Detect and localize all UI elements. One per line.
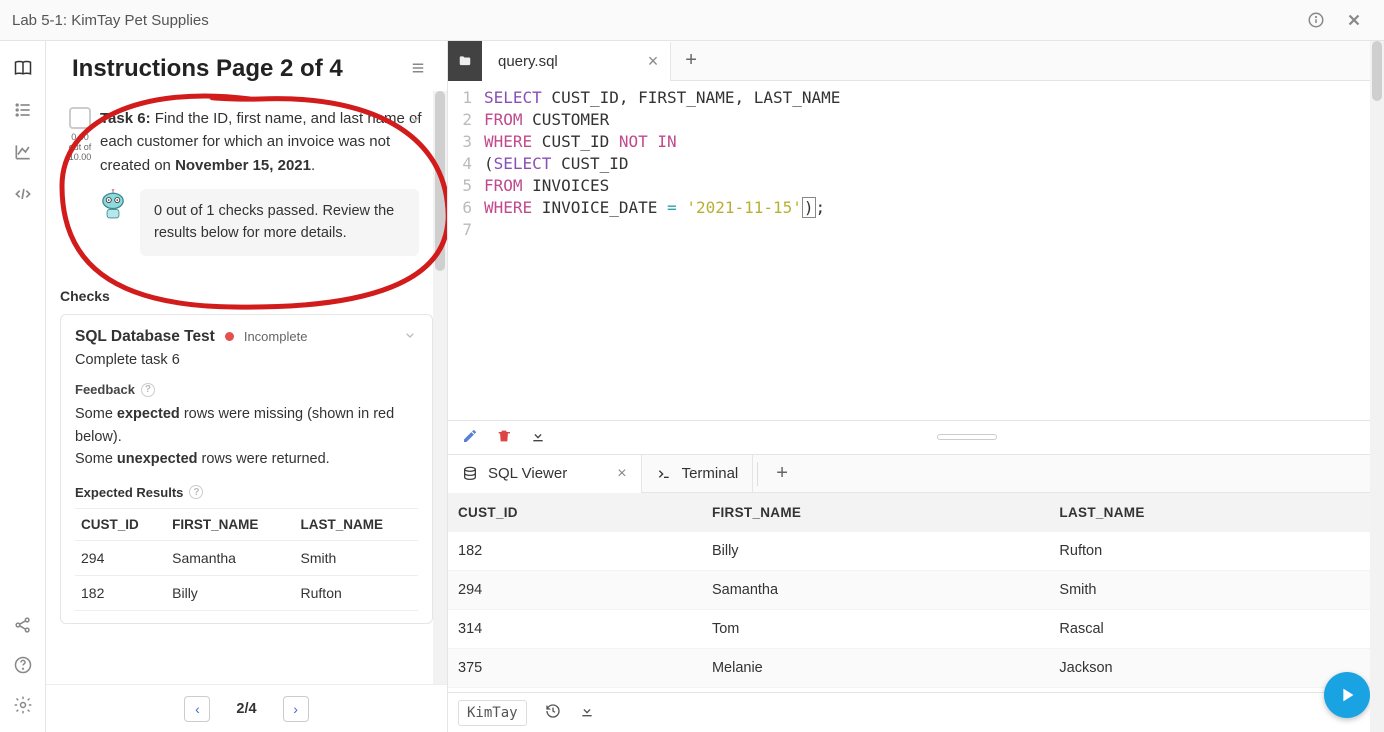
instructions-panel: Instructions Page 2 of 4 0.00 out of [46,41,448,732]
menu-icon[interactable] [409,59,427,80]
info-icon[interactable] [1306,10,1326,30]
help-circle-icon[interactable]: ? [189,485,203,499]
download-icon[interactable] [530,428,546,447]
expected-heading: Expected Results [75,485,183,500]
lab-title: Lab 5-1: KimTay Pet Supplies [12,12,209,29]
terminal-icon [656,466,672,482]
history-icon[interactable] [545,703,561,722]
edit-icon[interactable] [462,428,478,447]
close-tab-icon[interactable]: × [648,51,659,72]
folder-icon[interactable] [448,41,482,81]
terminal-tab[interactable]: Terminal [642,455,754,493]
database-icon [462,466,478,482]
table-row: 294SamanthaSmith [75,540,418,575]
trash-icon[interactable] [496,428,512,447]
result-tabs: SQL Viewer × Terminal + [448,455,1384,493]
code-editor[interactable]: 1234567 SELECT CUST_ID, FIRST_NAME, LAST… [448,81,1384,421]
list-icon[interactable] [12,99,34,121]
check-card: SQL Database Test Incomplete Complete ta… [60,314,433,623]
help-icon[interactable] [12,654,34,676]
feedback-heading: Feedback [75,382,135,397]
table-row: 314TomRascal [448,610,1384,649]
chart-icon[interactable] [12,141,34,163]
status-dot-icon [225,332,234,341]
task-checkbox[interactable] [69,107,91,129]
workspace: query.sql × + 1234567 SELECT CUST_ID, FI… [448,41,1384,732]
results-table: CUST_IDFIRST_NAMELAST_NAME 182BillyRufto… [448,493,1384,692]
scrollbar[interactable] [1370,41,1384,732]
instructions-heading: Instructions Page 2 of 4 [72,55,343,83]
run-button[interactable] [1324,672,1370,718]
file-tab[interactable]: query.sql × [482,41,671,81]
book-icon[interactable] [12,57,34,79]
feedback-text: Some expected rows were missing (shown i… [75,403,418,470]
results-footer: KimTay [448,692,1384,732]
editor-toolbar [448,421,1384,455]
task-block: 0.00 out of 10.00 Task 6: Find the ID, f… [60,99,433,270]
prev-page-button[interactable]: ‹ [184,696,210,722]
score: 0.00 out of 10.00 [60,133,100,163]
robot-avatar-icon [96,189,130,223]
table-row: 435JamesGonzalez [448,688,1384,693]
task-text: Task 6: Find the ID, first name, and las… [100,107,425,177]
expected-results-table: CUST_IDFIRST_NAMELAST_NAME 294SamanthaSm… [75,508,418,611]
check-subtitle: Complete task 6 [75,352,418,368]
table-row: 182BillyRufton [448,532,1384,571]
page-indicator: 2/4 [236,701,256,717]
gear-icon[interactable] [12,694,34,716]
chevron-down-icon[interactable] [402,327,418,346]
scrollbar[interactable] [433,91,447,684]
download-icon[interactable] [579,703,595,722]
check-result-message: 0 out of 1 checks passed. Review the res… [140,189,419,257]
checks-heading: Checks [60,288,433,304]
code-icon[interactable] [12,183,34,205]
results-panel: CUST_IDFIRST_NAMELAST_NAME 182BillyRufto… [448,493,1384,692]
pager: ‹ 2/4 › [46,684,447,732]
nav-rail [0,41,46,732]
table-row: 182BillyRufton [75,575,418,610]
editor-tabs: query.sql × + [448,41,1384,81]
help-circle-icon[interactable]: ? [141,383,155,397]
table-row: 375MelanieJackson [448,649,1384,688]
next-page-button[interactable]: › [283,696,309,722]
db-label: KimTay [458,700,527,726]
add-result-tab-button[interactable]: + [762,462,802,485]
sql-viewer-tab[interactable]: SQL Viewer × [448,455,642,493]
splitter-handle[interactable] [937,434,997,440]
chevron-down-icon[interactable] [407,111,423,130]
share-icon[interactable] [12,614,34,636]
titlebar: Lab 5-1: KimTay Pet Supplies [0,0,1384,41]
table-row: 294SamanthaSmith [448,571,1384,610]
close-icon[interactable] [1344,10,1364,30]
file-tab-label: query.sql [498,53,558,70]
add-tab-button[interactable]: + [671,49,711,72]
close-tab-icon[interactable]: × [617,465,626,483]
sql-viewer-label: SQL Viewer [488,465,567,482]
check-title: SQL Database Test [75,328,215,346]
terminal-label: Terminal [682,465,739,482]
check-status: Incomplete [244,329,308,344]
